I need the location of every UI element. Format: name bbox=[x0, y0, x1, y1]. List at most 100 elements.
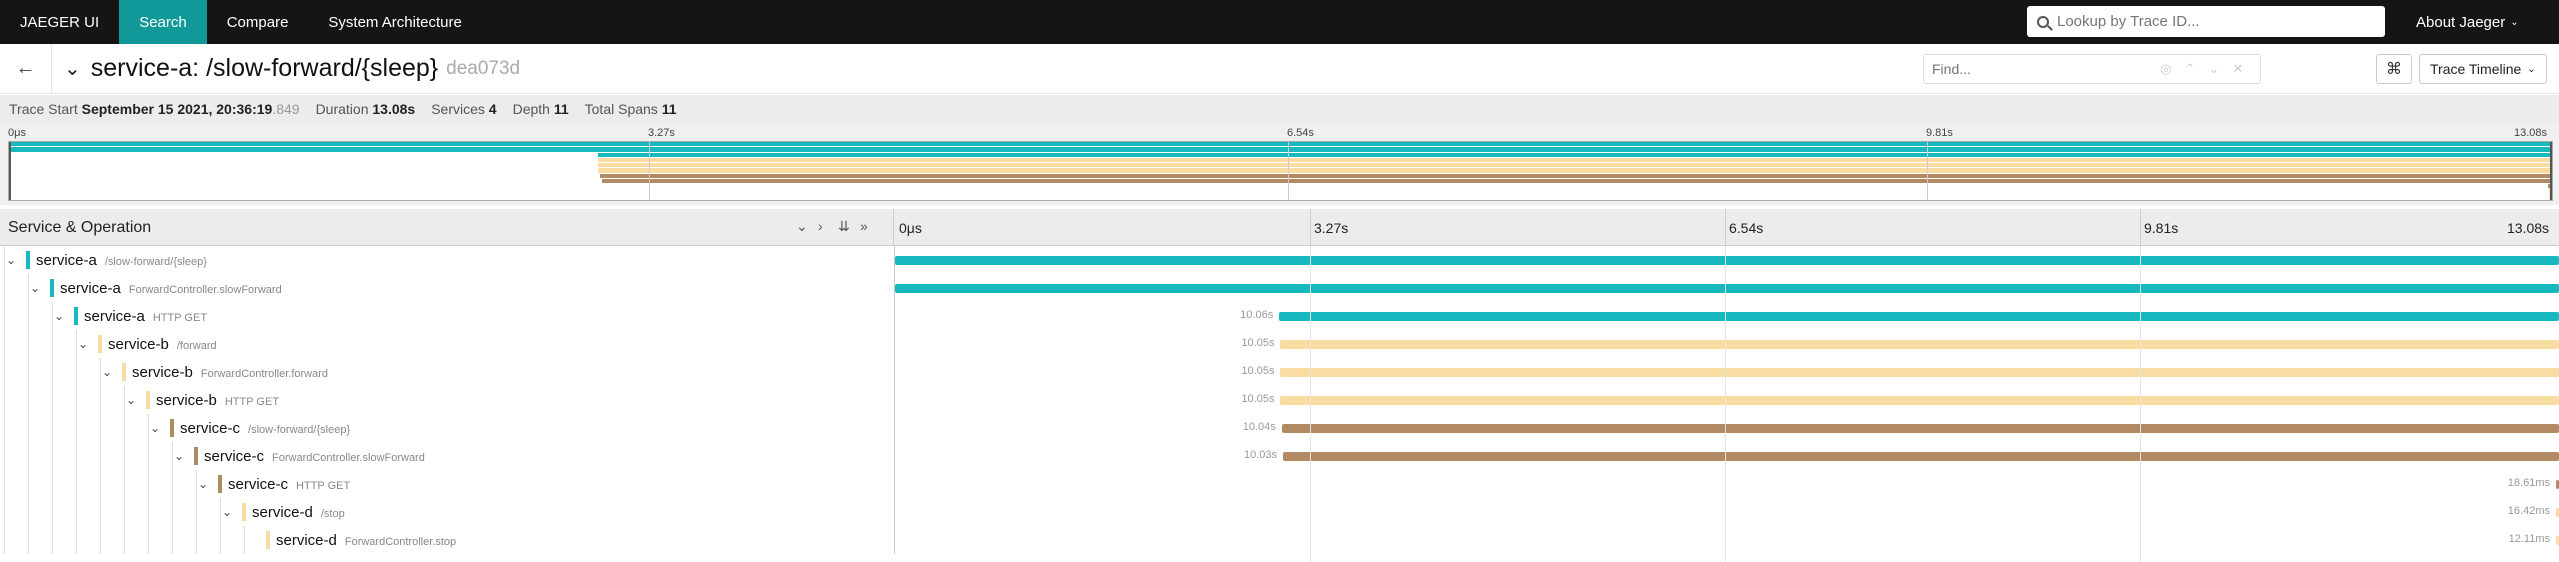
trace-id-search[interactable] bbox=[2027, 6, 2385, 37]
find-box[interactable]: ◎ ⌃ ⌄ ✕ bbox=[1923, 54, 2261, 84]
tree-guide-line bbox=[28, 498, 29, 526]
minimap-handle-left[interactable] bbox=[9, 142, 11, 200]
chevron-down-icon[interactable]: ⌄ bbox=[64, 56, 81, 81]
span-timeline-cell[interactable]: 16.42ms bbox=[894, 498, 2559, 526]
expand-all-icon[interactable]: » bbox=[860, 218, 868, 234]
view-mode-select[interactable]: Trace Timeline ⌄ bbox=[2419, 54, 2547, 84]
span-bar[interactable] bbox=[1280, 340, 2559, 349]
service-color-bar bbox=[74, 307, 78, 325]
collapse-one-icon[interactable]: ⌄ bbox=[796, 218, 808, 235]
span-timeline-cell[interactable]: 10.05s bbox=[894, 386, 2559, 414]
chevron-down-icon[interactable]: ⌄ bbox=[78, 337, 88, 351]
chevron-down-icon[interactable]: ⌄ bbox=[102, 365, 112, 379]
span-timeline-cell[interactable] bbox=[894, 246, 2559, 274]
chevron-down-icon[interactable]: ⌄ bbox=[126, 393, 136, 407]
tree-guide-line bbox=[100, 526, 101, 554]
keyboard-shortcuts-button[interactable]: ⌘ bbox=[2376, 54, 2412, 84]
minimap-span-bar bbox=[600, 173, 2552, 178]
about-menu[interactable]: About Jaeger ⌄ bbox=[2416, 0, 2519, 44]
span-timeline-cell[interactable]: 10.05s bbox=[894, 358, 2559, 386]
nav-system-architecture[interactable]: System Architecture bbox=[308, 0, 481, 44]
find-input[interactable] bbox=[1924, 56, 2154, 82]
span-name-cell[interactable]: ⌄ service-a/slow-forward/{sleep} bbox=[0, 246, 894, 274]
locate-icon[interactable]: ◎ bbox=[2154, 61, 2178, 77]
chevron-down-icon[interactable]: ⌄ bbox=[150, 421, 160, 435]
span-row[interactable]: ⌄ service-a/slow-forward/{sleep} bbox=[0, 246, 2559, 274]
tree-guide-line bbox=[148, 498, 149, 526]
span-timeline-cell[interactable] bbox=[894, 274, 2559, 302]
tree-guide-line bbox=[148, 526, 149, 554]
tree-guide-line bbox=[124, 414, 125, 442]
span-timeline-cell[interactable]: 18.61ms bbox=[894, 470, 2559, 498]
chevron-down-icon[interactable]: ⌄ bbox=[6, 253, 16, 267]
span-bar[interactable] bbox=[1280, 368, 2559, 377]
span-bar[interactable] bbox=[1279, 312, 2559, 321]
span-name-cell[interactable]: service-d ForwardController.stop bbox=[0, 526, 894, 554]
tree-guide-line bbox=[28, 470, 29, 498]
span-timeline-cell[interactable]: 10.03s bbox=[894, 442, 2559, 470]
span-name-cell[interactable]: ⌄ service-c ForwardController.slowForward bbox=[0, 442, 894, 470]
nav-search[interactable]: Search bbox=[119, 0, 207, 44]
chevron-down-icon[interactable]: ⌄ bbox=[2202, 61, 2226, 77]
chevron-down-icon[interactable]: ⌄ bbox=[198, 477, 208, 491]
span-row[interactable]: service-d ForwardController.stop 12.11ms bbox=[0, 526, 2559, 554]
duration-value: 13.08s bbox=[372, 101, 416, 117]
close-icon[interactable]: ✕ bbox=[2226, 61, 2250, 77]
trace-start-value: September 15 2021, 20:36:19 bbox=[81, 101, 273, 117]
span-name-cell[interactable]: ⌄ service-b HTTP GET bbox=[0, 386, 894, 414]
chevron-up-icon[interactable]: ⌃ bbox=[2178, 61, 2202, 77]
timeline-tick-label: 6.54s bbox=[1729, 219, 1764, 236]
tree-guide-line bbox=[4, 526, 5, 554]
span-timeline-cell[interactable]: 10.05s bbox=[894, 330, 2559, 358]
tree-guide-line bbox=[76, 442, 77, 470]
expand-one-icon[interactable]: › bbox=[818, 218, 823, 234]
trace-id-input[interactable] bbox=[2057, 13, 2377, 30]
tree-guide-line bbox=[76, 470, 77, 498]
span-row[interactable]: ⌄ service-d/stop 16.42ms bbox=[0, 498, 2559, 526]
trace-title-bar: ← ⌄ service-a: /slow-forward/{sleep} dea… bbox=[0, 43, 2559, 94]
trace-minimap[interactable]: 0μs 3.27s 6.54s 9.81s 13.08s bbox=[0, 123, 2559, 205]
nav-compare[interactable]: Compare bbox=[207, 0, 309, 44]
brand-link[interactable]: JAEGER UI bbox=[0, 0, 119, 44]
span-row[interactable]: ⌄ service-b ForwardController.forward 10.05… bbox=[0, 358, 2559, 386]
chevron-down-icon[interactable]: ⌄ bbox=[30, 281, 40, 295]
span-row[interactable]: ⌄ service-c ForwardController.slowForward 1… bbox=[0, 442, 2559, 470]
span-name-cell[interactable]: ⌄ service-a HTTP GET bbox=[0, 302, 894, 330]
chevron-down-icon[interactable]: ⌄ bbox=[174, 449, 184, 463]
service-name: service-a HTTP GET bbox=[84, 308, 208, 325]
span-name-cell[interactable]: ⌄ service-a ForwardController.slowForward bbox=[0, 274, 894, 302]
chevron-down-icon[interactable]: ⌄ bbox=[222, 505, 232, 519]
tree-guide-line bbox=[172, 442, 173, 470]
chevron-down-icon[interactable]: ⌄ bbox=[54, 309, 64, 323]
span-bar[interactable] bbox=[1283, 452, 2559, 461]
span-row[interactable]: ⌄ service-a ForwardController.slowForward bbox=[0, 274, 2559, 302]
tree-guide-line bbox=[4, 246, 5, 274]
back-button[interactable]: ← bbox=[0, 43, 52, 94]
span-bar[interactable] bbox=[895, 256, 2559, 265]
span-bar[interactable] bbox=[895, 284, 2559, 293]
minimap-handle-right[interactable] bbox=[2550, 142, 2552, 200]
span-row[interactable]: ⌄ service-c HTTP GET 18.61ms bbox=[0, 470, 2559, 498]
minimap-span-bar bbox=[598, 157, 2552, 163]
span-name-cell[interactable]: ⌄ service-b ForwardController.forward bbox=[0, 358, 894, 386]
span-timeline-cell[interactable]: 10.06s bbox=[894, 302, 2559, 330]
span-name-cell[interactable]: ⌄ service-c/slow-forward/{sleep} bbox=[0, 414, 894, 442]
span-bar[interactable] bbox=[1281, 424, 2559, 433]
depth: Depth 11 bbox=[513, 101, 569, 117]
span-row[interactable]: ⌄ service-b HTTP GET 10.05s bbox=[0, 386, 2559, 414]
span-bar[interactable] bbox=[1280, 396, 2559, 405]
span-name-cell[interactable]: ⌄ service-c HTTP GET bbox=[0, 470, 894, 498]
span-row[interactable]: ⌄ service-b/forward 10.05s bbox=[0, 330, 2559, 358]
minimap-span-bar bbox=[601, 178, 2552, 184]
service-color-bar bbox=[122, 363, 126, 381]
span-timeline-cell[interactable]: 12.11ms bbox=[894, 526, 2559, 554]
span-name-cell[interactable]: ⌄ service-b/forward bbox=[0, 330, 894, 358]
span-name-cell[interactable]: ⌄ service-d/stop bbox=[0, 498, 894, 526]
span-row[interactable]: ⌄ service-a HTTP GET 10.06s bbox=[0, 302, 2559, 330]
span-row[interactable]: ⌄ service-c/slow-forward/{sleep} 10.04s bbox=[0, 414, 2559, 442]
tree-guide-line bbox=[124, 498, 125, 526]
timeline-gridline bbox=[2140, 246, 2141, 562]
minimap-canvas[interactable] bbox=[8, 141, 2553, 201]
collapse-all-icon[interactable]: ⇊ bbox=[838, 218, 850, 235]
span-timeline-cell[interactable]: 10.04s bbox=[894, 414, 2559, 442]
